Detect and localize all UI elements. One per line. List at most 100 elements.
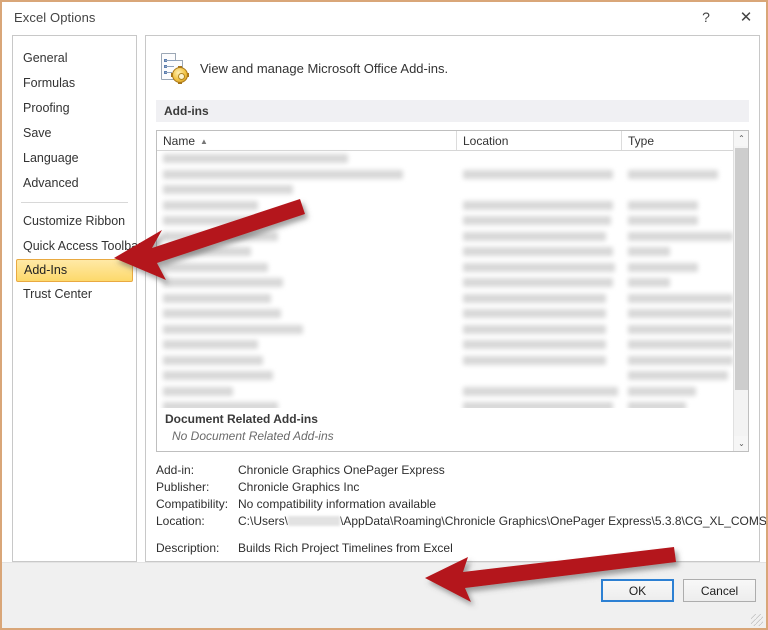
table-cell	[457, 232, 622, 241]
sidebar-item-trust-center[interactable]: Trust Center	[13, 282, 136, 307]
table-cell	[457, 278, 622, 287]
redacted-text	[628, 356, 733, 365]
table-cell	[157, 387, 457, 396]
table-row[interactable]	[157, 337, 748, 353]
title-bar: Excel Options ? ✕	[2, 2, 766, 32]
table-row[interactable]	[157, 182, 748, 198]
table-cell	[157, 309, 457, 318]
resize-grip[interactable]	[751, 614, 763, 626]
sidebar-item-save[interactable]: Save	[13, 121, 136, 146]
sidebar-item-add-ins[interactable]: Add-Ins	[16, 259, 133, 282]
sidebar-item-quick-access-toolbar[interactable]: Quick Access Toolbar	[13, 234, 136, 259]
table-row[interactable]	[157, 322, 748, 338]
sort-ascending-icon: ▲	[200, 132, 208, 152]
table-row[interactable]	[157, 151, 748, 167]
cancel-button[interactable]: Cancel	[683, 579, 756, 602]
redacted-text	[463, 309, 606, 318]
detail-value: C:\Users\ \AppData\Roaming\Chronicle Grap…	[238, 513, 768, 530]
detail-label: Compatibility:	[156, 496, 238, 513]
redacted-text	[628, 201, 698, 210]
sidebar-item-formulas[interactable]: Formulas	[13, 71, 136, 96]
scroll-up-icon[interactable]: ⌃	[734, 131, 749, 146]
sidebar-item-advanced[interactable]: Advanced	[13, 171, 136, 196]
table-cell	[622, 170, 737, 179]
scrollbar-thumb[interactable]	[735, 148, 748, 390]
detail-label: Location:	[156, 513, 238, 530]
redacted-text	[163, 154, 348, 163]
addins-list[interactable]: Name▲Location Type Document Related Add-i…	[156, 130, 749, 452]
list-scrollbar[interactable]: ⌃ ⌄	[733, 131, 748, 451]
table-cell	[157, 201, 457, 210]
redacted-text	[463, 201, 613, 210]
redacted-text	[163, 371, 273, 380]
detail-value-suffix: \AppData\Roaming\Chronicle Graphics\OneP…	[340, 514, 768, 528]
redacted-text	[628, 309, 733, 318]
redacted-text	[163, 247, 251, 256]
table-row[interactable]	[157, 306, 748, 322]
sidebar-item-customize-ribbon[interactable]: Customize Ribbon	[13, 209, 136, 234]
ok-button[interactable]: OK	[601, 579, 674, 602]
panel-intro-text: View and manage Microsoft Office Add-ins…	[200, 61, 448, 76]
redacted-text	[463, 232, 606, 241]
sidebar-item-proofing[interactable]: Proofing	[13, 96, 136, 121]
table-cell	[622, 325, 737, 334]
table-cell	[457, 216, 622, 225]
redacted-text	[628, 294, 733, 303]
document-related-title: Document Related Add-ins	[165, 412, 748, 426]
detail-row: Add-in:Chronicle Graphics OnePager Expre…	[156, 462, 749, 479]
sidebar-separator	[21, 202, 128, 203]
table-cell	[457, 340, 622, 349]
table-row[interactable]	[157, 353, 748, 369]
sidebar-item-general[interactable]: General	[13, 46, 136, 71]
redacted-text	[628, 170, 718, 179]
table-cell	[157, 371, 457, 380]
redacted-text	[463, 340, 606, 349]
table-row[interactable]	[157, 167, 748, 183]
table-cell	[622, 263, 737, 272]
table-cell	[622, 201, 737, 210]
table-cell	[622, 387, 737, 396]
detail-value-prefix: C:\Users\	[238, 514, 288, 528]
detail-label: Description:	[156, 540, 238, 557]
table-cell	[157, 294, 457, 303]
close-icon[interactable]: ✕	[726, 2, 766, 32]
redacted-text	[463, 263, 615, 272]
table-row[interactable]	[157, 291, 748, 307]
column-header-label: Type	[628, 134, 654, 148]
table-cell	[457, 356, 622, 365]
detail-label: Add-in:	[156, 462, 238, 479]
excel-options-dialog: Excel Options ? ✕ GeneralFormulasProofin…	[0, 0, 768, 630]
table-row[interactable]	[157, 368, 748, 384]
redacted-text	[163, 340, 258, 349]
table-row[interactable]	[157, 198, 748, 214]
column-header-type[interactable]: Type	[622, 131, 737, 150]
redacted-text	[463, 325, 606, 334]
table-row[interactable]	[157, 244, 748, 260]
detail-value: Builds Rich Project Timelines from Excel	[238, 540, 453, 557]
table-row[interactable]	[157, 229, 748, 245]
table-row[interactable]	[157, 275, 748, 291]
detail-row: Publisher:Chronicle Graphics Inc	[156, 479, 749, 496]
redacted-text	[163, 216, 258, 225]
table-cell	[157, 232, 457, 241]
redacted-text	[628, 278, 670, 287]
redacted-text	[163, 387, 233, 396]
scroll-down-icon[interactable]: ⌄	[734, 436, 749, 451]
table-cell	[457, 387, 622, 396]
panel-intro: View and manage Microsoft Office Add-ins…	[160, 46, 749, 90]
column-header-name[interactable]: Name▲	[157, 131, 457, 150]
column-header-location[interactable]: Location	[457, 131, 622, 150]
addins-list-rows[interactable]: Document Related Add-ins No Document Rel…	[157, 151, 748, 451]
detail-row: Location:C:\Users\\AppData\Roaming\Chron…	[156, 513, 749, 530]
redacted-text	[463, 294, 606, 303]
sidebar-item-language[interactable]: Language	[13, 146, 136, 171]
table-cell	[157, 278, 457, 287]
table-cell	[457, 309, 622, 318]
redacted-text	[463, 278, 613, 287]
table-row[interactable]	[157, 213, 748, 229]
redacted-text	[163, 325, 303, 334]
table-cell	[157, 247, 457, 256]
table-row[interactable]	[157, 260, 748, 276]
table-row[interactable]	[157, 384, 748, 400]
help-icon[interactable]: ?	[686, 2, 726, 32]
